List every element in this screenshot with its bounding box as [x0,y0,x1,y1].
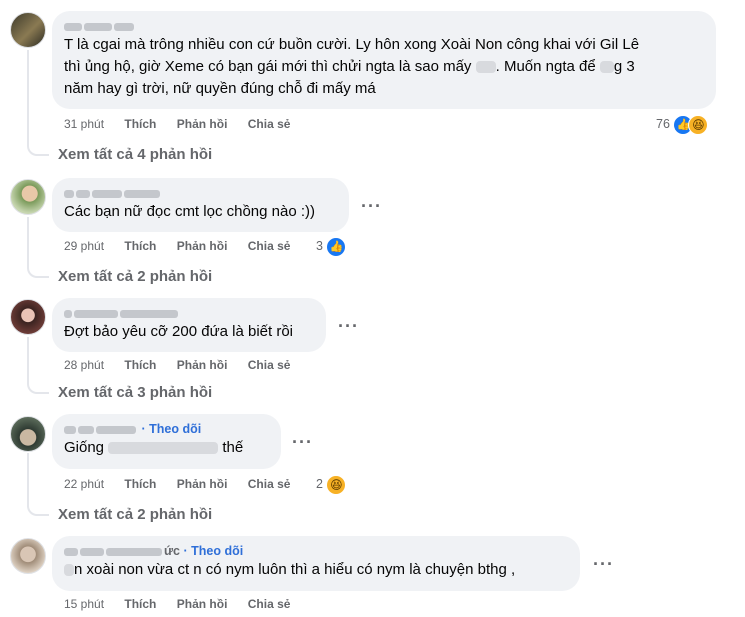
like-button[interactable]: Thích [124,358,156,372]
view-replies-link[interactable]: Xem tất cả 3 phản hồi [58,383,212,403]
view-replies-link[interactable]: Xem tất cả 2 phản hồi [58,505,212,525]
thread-line [27,50,29,142]
comment-text: T là cgai mà trông nhiều con cứ buồn cườ… [64,36,640,97]
thread-elbow [27,380,49,394]
comment-time[interactable]: 31 phút [64,117,104,131]
reaction-count: 2 [316,477,323,491]
more-options-icon[interactable]: ··· [292,433,313,451]
thread-line [27,453,29,502]
comment-text: Đợt bảo yêu cỡ 200 đứa là biết rồi [64,323,294,340]
view-replies-link[interactable]: Xem tất cả 4 phản hồi [58,145,212,165]
comment-author[interactable] [64,185,337,201]
like-button[interactable]: Thích [124,477,156,491]
avatar[interactable] [10,538,46,574]
reaction-count: 3 [316,239,323,253]
share-button[interactable]: Chia sẻ [248,477,291,491]
share-button[interactable]: Chia sẻ [248,597,291,611]
more-options-icon[interactable]: ··· [361,197,382,215]
comment-text: n xoài non vừa ct n có nym luôn thì a hi… [64,559,568,581]
like-button[interactable]: Thích [124,117,156,131]
comment-actions: 31 phút Thích Phản hồi Chia sẻ [64,116,307,132]
haha-reaction-icon: 😆 [688,114,709,135]
comment-time[interactable]: 22 phút [64,477,104,491]
follow-link[interactable]: · Theo dõi [184,544,244,558]
reaction-summary[interactable]: 3 👍 [316,236,347,257]
share-button[interactable]: Chia sẻ [248,117,291,131]
avatar[interactable] [10,299,46,335]
reply-button[interactable]: Phản hồi [177,239,228,253]
thread-line [27,217,29,264]
comment-author[interactable]: ức · Theo dõi [64,543,568,559]
like-button[interactable]: Thích [124,597,156,611]
comment-bubble: Các bạn nữ đọc cmt lọc chồng nào :)) [52,178,349,232]
reply-button[interactable]: Phản hồi [177,597,228,611]
comment-author[interactable] [64,18,704,34]
comment-time[interactable]: 29 phút [64,239,104,253]
thread-elbow [27,502,49,516]
share-button[interactable]: Chia sẻ [248,358,291,372]
view-replies-link[interactable]: Xem tất cả 2 phản hồi [58,267,212,287]
follow-link[interactable]: · Theo dõi [141,422,201,436]
comment-actions: 29 phút Thích Phản hồi Chia sẻ [64,238,307,254]
comment-text: Giống thế [64,439,244,456]
avatar[interactable] [10,12,46,48]
comment-actions: 28 phút Thích Phản hồi Chia sẻ [64,357,307,373]
reply-button[interactable]: Phản hồi [177,477,228,491]
comment-actions: 15 phút Thích Phản hồi Chia sẻ [64,596,307,612]
more-options-icon[interactable]: ··· [338,317,359,335]
reaction-count: 76 [656,117,670,131]
reaction-summary[interactable]: 2 😆 [316,474,347,495]
comment-bubble: Đợt bảo yêu cỡ 200 đứa là biết rồi [52,298,326,352]
more-options-icon[interactable]: ··· [593,555,614,573]
comment-actions: 22 phút Thích Phản hồi Chia sẻ [64,476,307,492]
thread-line [27,337,29,380]
haha-reaction-icon: 😆 [326,474,347,495]
avatar[interactable] [10,416,46,452]
comment-time[interactable]: 15 phút [64,597,104,611]
reply-button[interactable]: Phản hồi [177,358,228,372]
thread-elbow [27,264,49,278]
thread-elbow [27,142,49,156]
comment-text: Các bạn nữ đọc cmt lọc chồng nào :)) [64,203,316,220]
comment-author[interactable]: · Theo dõi [64,421,269,437]
comment-author[interactable] [64,305,314,321]
comment-bubble: · Theo dõi Giống thế [52,414,281,469]
comment-bubble: ức · Theo dõi n xoài non vừa ct n có nym… [52,536,580,591]
comment-time[interactable]: 28 phút [64,358,104,372]
like-reaction-icon: 👍 [326,236,347,257]
reply-button[interactable]: Phản hồi [177,117,228,131]
avatar[interactable] [10,179,46,215]
comment-bubble: T là cgai mà trông nhiều con cứ buồn cườ… [52,11,716,109]
share-button[interactable]: Chia sẻ [248,239,291,253]
reaction-summary[interactable]: 76 👍 😆 [656,114,709,135]
like-button[interactable]: Thích [124,239,156,253]
